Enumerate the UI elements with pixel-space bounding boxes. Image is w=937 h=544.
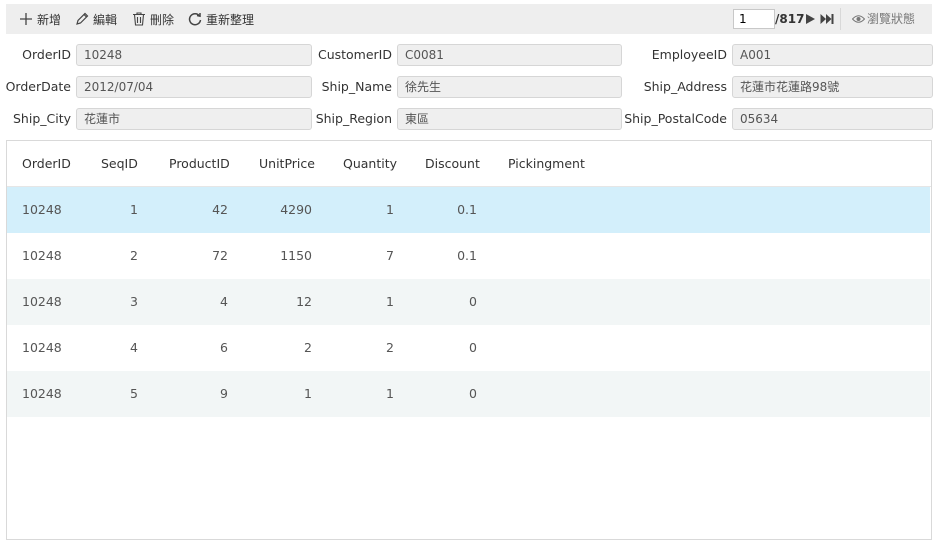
cell-quantity: 1 bbox=[386, 294, 394, 309]
edit-label: 編輯 bbox=[93, 12, 118, 27]
play-icon[interactable] bbox=[805, 13, 816, 25]
employee-id-label: EmployeeID bbox=[651, 47, 727, 62]
ship-postal-code-field[interactable]: 05634 bbox=[732, 108, 933, 130]
column-header-product-id[interactable]: ProductID bbox=[169, 141, 230, 187]
cell-order-id: 10248 bbox=[22, 294, 62, 309]
cell-quantity: 1 bbox=[386, 386, 394, 401]
table-row[interactable]: 10248 2 72 1150 7 0.1 bbox=[7, 233, 930, 279]
column-header-quantity[interactable]: Quantity bbox=[343, 141, 397, 187]
toolbar: 新增 編輯 刪除 重新整理 /817 瀏覽狀態 bbox=[6, 4, 932, 34]
refresh-label: 重新整理 bbox=[206, 12, 255, 27]
employee-id-field[interactable]: A001 bbox=[732, 44, 933, 66]
table-row[interactable]: 10248 3 4 12 1 0 bbox=[7, 279, 930, 325]
cell-quantity: 1 bbox=[386, 202, 394, 217]
table-row[interactable]: 10248 4 6 2 2 0 bbox=[7, 325, 930, 371]
order-id-field[interactable]: 10248 bbox=[76, 44, 312, 66]
cell-order-id: 10248 bbox=[22, 340, 62, 355]
ship-address-label: Ship_Address bbox=[643, 79, 727, 94]
browse-mode-button[interactable]: 瀏覽狀態 bbox=[852, 4, 915, 34]
cell-discount: 0.1 bbox=[457, 202, 477, 217]
edit-button[interactable]: 編輯 bbox=[74, 4, 117, 34]
cell-product-id: 4 bbox=[220, 294, 228, 309]
cell-order-id: 10248 bbox=[22, 386, 62, 401]
trash-icon bbox=[133, 12, 145, 26]
cell-order-id: 10248 bbox=[22, 248, 62, 263]
order-date-label: OrderDate bbox=[5, 79, 71, 94]
cell-seq-id: 2 bbox=[130, 248, 138, 263]
cell-seq-id: 4 bbox=[130, 340, 138, 355]
ship-name-field[interactable]: 徐先生 bbox=[397, 76, 622, 98]
ship-city-field[interactable]: 花蓮市 bbox=[76, 108, 312, 130]
customer-id-field[interactable]: C0081 bbox=[397, 44, 622, 66]
cell-unit-price: 2 bbox=[304, 340, 312, 355]
delete-label: 刪除 bbox=[150, 12, 175, 27]
grid-header: OrderID SeqID ProductID UnitPrice Quantity Di… bbox=[7, 141, 931, 187]
column-header-pickingment[interactable]: Pickingment bbox=[508, 141, 585, 187]
order-details-grid: OrderID SeqID ProductID UnitPrice Quantity Di… bbox=[6, 140, 932, 540]
cell-discount: 0 bbox=[469, 386, 477, 401]
cell-unit-price: 12 bbox=[296, 294, 312, 309]
page-number-input[interactable] bbox=[733, 9, 775, 29]
ship-region-label: Ship_Region bbox=[315, 111, 392, 126]
delete-button[interactable]: 刪除 bbox=[131, 4, 174, 34]
pencil-icon bbox=[76, 12, 89, 25]
ship-postal-code-label: Ship_PostalCode bbox=[624, 111, 727, 126]
cell-quantity: 7 bbox=[386, 248, 394, 263]
plus-icon bbox=[20, 13, 32, 25]
cell-order-id: 10248 bbox=[22, 202, 62, 217]
toolbar-divider bbox=[840, 8, 841, 30]
ship-city-label: Ship_City bbox=[12, 111, 71, 126]
refresh-button[interactable]: 重新整理 bbox=[187, 4, 254, 34]
cell-discount: 0.1 bbox=[457, 248, 477, 263]
ship-name-label: Ship_Name bbox=[321, 79, 392, 94]
cell-unit-price: 4290 bbox=[280, 202, 312, 217]
customer-id-label: CustomerID bbox=[317, 47, 392, 62]
ship-address-field[interactable]: 花蓮市花蓮路98號 bbox=[732, 76, 933, 98]
cell-seq-id: 1 bbox=[130, 202, 138, 217]
column-header-unit-price[interactable]: UnitPrice bbox=[259, 141, 315, 187]
last-page-icon[interactable] bbox=[820, 13, 834, 25]
table-row[interactable]: 10248 5 9 1 1 0 bbox=[7, 371, 930, 417]
order-date-field[interactable]: 2012/07/04 bbox=[76, 76, 312, 98]
column-header-seq-id[interactable]: SeqID bbox=[101, 141, 138, 187]
cell-product-id: 42 bbox=[212, 202, 228, 217]
cell-discount: 0 bbox=[469, 340, 477, 355]
browse-label: 瀏覽狀態 bbox=[867, 12, 916, 26]
column-header-discount[interactable]: Discount bbox=[425, 141, 480, 187]
add-button[interactable]: 新增 bbox=[18, 4, 61, 34]
eye-icon bbox=[852, 15, 865, 23]
add-label: 新增 bbox=[37, 12, 62, 27]
cell-product-id: 6 bbox=[220, 340, 228, 355]
ship-region-field[interactable]: 東區 bbox=[397, 108, 622, 130]
table-row-selected[interactable]: 10248 1 42 4290 1 0.1 bbox=[7, 187, 930, 233]
cell-unit-price: 1 bbox=[304, 386, 312, 401]
cell-seq-id: 3 bbox=[130, 294, 138, 309]
cell-quantity: 2 bbox=[386, 340, 394, 355]
page-total: /817 bbox=[775, 12, 805, 26]
column-header-order-id[interactable]: OrderID bbox=[22, 141, 71, 187]
cell-product-id: 72 bbox=[212, 248, 228, 263]
cell-product-id: 9 bbox=[220, 386, 228, 401]
refresh-icon bbox=[188, 13, 202, 26]
cell-discount: 0 bbox=[469, 294, 477, 309]
cell-unit-price: 1150 bbox=[280, 248, 312, 263]
order-id-label: OrderID bbox=[22, 47, 71, 62]
cell-seq-id: 5 bbox=[130, 386, 138, 401]
